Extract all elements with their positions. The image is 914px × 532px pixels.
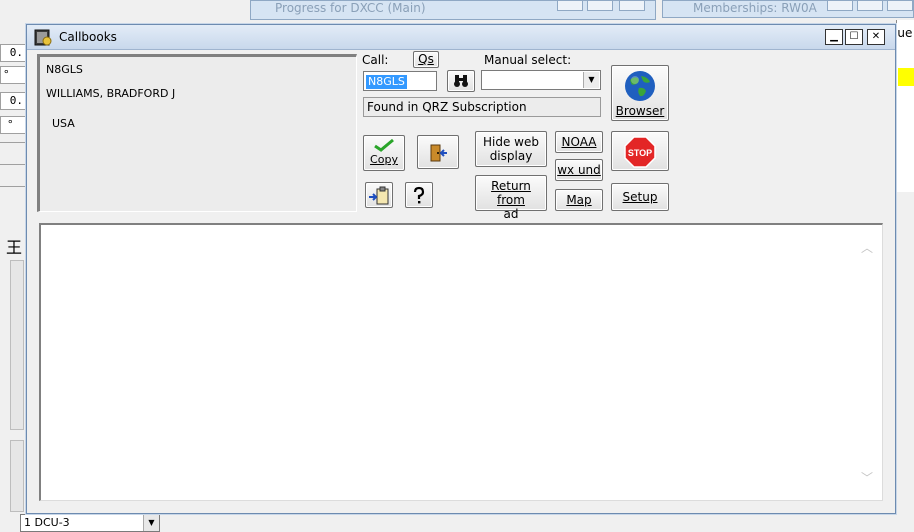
import-button[interactable] [365,182,393,208]
call-input-value: N8GLS [366,75,407,89]
progress-window-title: Progress for DXCC (Main) [275,1,426,15]
found-status: Found in QRZ Subscription [363,97,601,117]
background-progress-window: Progress for DXCC (Main) [250,0,656,20]
background-strip [10,260,24,430]
wx-und-button-label: wx und [557,163,601,177]
stop-sign-icon: STOP [624,136,656,168]
map-button-label: Map [566,193,592,207]
background-right-panel [896,20,914,192]
noaa-button-label: NOAA [561,135,597,149]
background-close-button [887,1,913,11]
background-select-value: 1 DCU-3 [24,516,70,529]
memberships-window-title: Memberships: RW0A [693,1,817,15]
chevron-down-icon: ▼ [143,515,159,531]
minimize-button[interactable]: ▁ [825,29,843,45]
background-divider [0,186,26,187]
web-display-area[interactable] [39,223,883,501]
clipboard-import-icon [369,186,389,205]
hide-web-display-button[interactable]: Hide web display [475,131,547,167]
background-kanji: 王 [6,238,23,257]
globe-icon [625,71,655,101]
maximize-button[interactable]: ☐ [845,29,863,45]
background-maximize-button [857,1,883,11]
return-label-line2: ad [503,207,519,221]
return-label-line1: Return from [491,179,531,207]
background-value-field: 0. [0,44,26,62]
background-memberships-window: Memberships: RW0A [662,0,914,18]
noaa-button[interactable]: NOAA [555,131,603,153]
background-divider [0,164,26,165]
callbook-icon [33,27,53,47]
background-yellow-cell [898,68,914,86]
window-title: Callbooks [59,30,117,44]
background-right-text: lue [894,26,913,40]
question-icon [413,186,425,204]
call-input[interactable]: N8GLS [363,71,437,91]
background-maximize-button [587,1,613,11]
map-button[interactable]: Map [555,189,603,211]
manual-select-label: Manual select: [484,53,572,67]
svg-text:STOP: STOP [628,148,652,158]
check-icon [374,138,394,152]
setup-button[interactable]: Setup [611,183,669,211]
copy-button-label: Copy [370,153,398,166]
background-strip [10,440,24,512]
title-bar[interactable]: Callbooks ▁ ☐ ✕ [27,25,895,50]
binoculars-icon [454,75,468,87]
door-exit-icon [430,144,447,162]
hide-web-label-line1: Hide web [483,135,539,149]
help-button[interactable] [405,182,433,208]
scroll-up-arrow[interactable]: ︿ [861,239,873,256]
background-select[interactable]: 1 DCU-3 ▼ [20,514,160,532]
close-button[interactable]: ✕ [867,29,885,45]
background-minimize-button [557,1,583,11]
stop-button[interactable]: STOP [611,131,669,171]
background-value-field: 0. [0,92,26,110]
background-value-field: ° [0,116,26,134]
browser-button[interactable]: Browser [611,65,669,121]
info-callsign: N8GLS [46,63,83,76]
background-close-button [619,1,645,11]
background-minimize-button [827,1,853,11]
call-label: Call: [362,53,389,67]
wx-und-button[interactable]: wx und [555,159,603,181]
setup-button-label: Setup [622,190,658,204]
chevron-down-icon: ▼ [583,72,599,88]
callsign-info-panel: N8GLS WILLIAMS, BRADFORD J USA [37,54,357,212]
background-value-field: ° [0,66,26,84]
callbooks-window: Callbooks ▁ ☐ ✕ N8GLS WILLIAMS, BRADFORD… [26,24,896,514]
info-name: WILLIAMS, BRADFORD J [46,87,176,100]
return-from-ad-button[interactable]: Return from ad [475,175,547,221]
manual-select[interactable]: ▼ [481,70,601,90]
browser-button-label: Browser [615,104,665,118]
info-country: USA [52,117,75,130]
search-button[interactable] [447,70,475,92]
qs-button[interactable]: Qs [413,51,439,68]
exit-button[interactable] [417,135,459,169]
qs-button-label: Qs [418,52,434,66]
hide-web-label-line2: display [489,149,533,163]
scroll-down-arrow[interactable]: ﹀ [861,469,873,486]
copy-button[interactable]: Copy [363,135,405,171]
background-divider [0,142,26,143]
